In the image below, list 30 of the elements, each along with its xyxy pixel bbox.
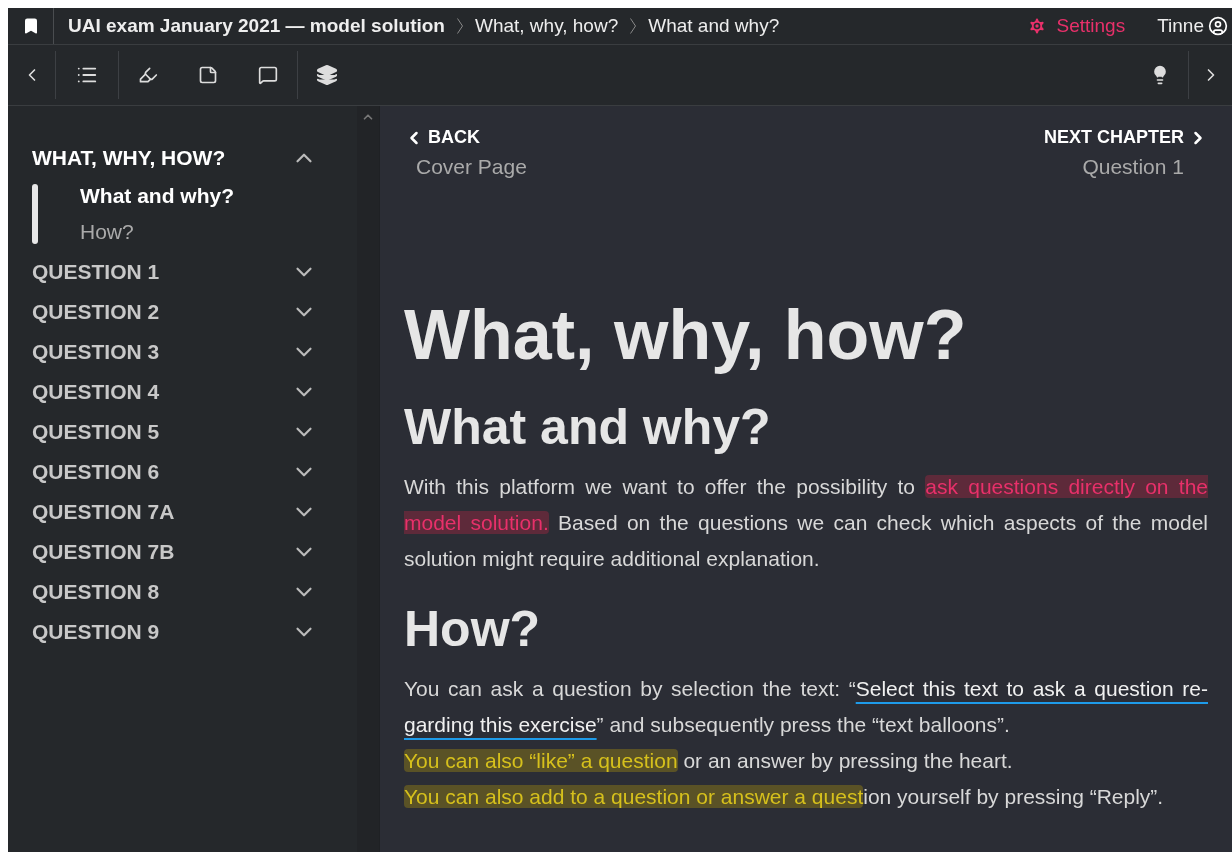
breadcrumb-link[interactable]: What, why, how? (474, 11, 619, 41)
breadcrumb-separator-icon (630, 18, 637, 34)
user-icon (1208, 16, 1228, 36)
paragraph: You can also “like” a question or an answer by pressing the heart. (404, 747, 1014, 774)
paragraph: You can also add to a question or answer a question yourself by pressing “Reply”. (404, 783, 1165, 810)
chapter-item[interactable]: QUESTION 4 (32, 372, 357, 412)
chapter-item[interactable]: QUESTION 5 (32, 412, 357, 452)
user-menu[interactable]: Tinne (1157, 11, 1228, 41)
document-title: UAI exam January 2021 — model solution (68, 13, 445, 38)
section-heading: What and why? (404, 397, 772, 457)
subchapter-item[interactable]: What and why? (80, 178, 234, 214)
chapter-item[interactable]: QUESTION 1 (32, 252, 357, 292)
chapter-item[interactable]: QUESTION 3 (32, 332, 357, 372)
chapter-item[interactable]: WHAT, WHY, HOW? (32, 138, 357, 178)
chapter-item[interactable]: QUESTION 7B (32, 532, 357, 572)
paragraph: With this platform we want to offer the possibility to ask questions directly on the model solution. Based on the questions we can check which aspects of the model solution might require additional explanation. (404, 473, 1208, 572)
section-heading: How? (404, 599, 542, 659)
chapter-item[interactable]: QUESTION 6 (32, 452, 357, 492)
breadcrumb-link[interactable]: What and why? (648, 11, 780, 41)
chapter-item[interactable]: QUESTION 9 (32, 612, 357, 652)
next-chapter-link[interactable]: NEXT CHAPTER Question 1 (1044, 124, 1208, 183)
breadcrumb-separator-icon (456, 18, 463, 34)
settings-button[interactable]: Settings (1026, 11, 1126, 41)
chapter-item[interactable]: QUESTION 7A (32, 492, 357, 532)
paragraph: You can ask a question by selection the text: “Select this text to ask a question re-garding this exercise” and subsequently press the “text balloons”. (404, 675, 1208, 738)
chapter-item[interactable]: QUESTION 8 (32, 572, 357, 612)
page-title: What, why, how? (404, 294, 968, 375)
subchapter-item[interactable]: How? (80, 214, 234, 250)
chapter-item[interactable]: QUESTION 2 (32, 292, 357, 332)
back-link[interactable]: BACK Cover Page (404, 124, 527, 183)
